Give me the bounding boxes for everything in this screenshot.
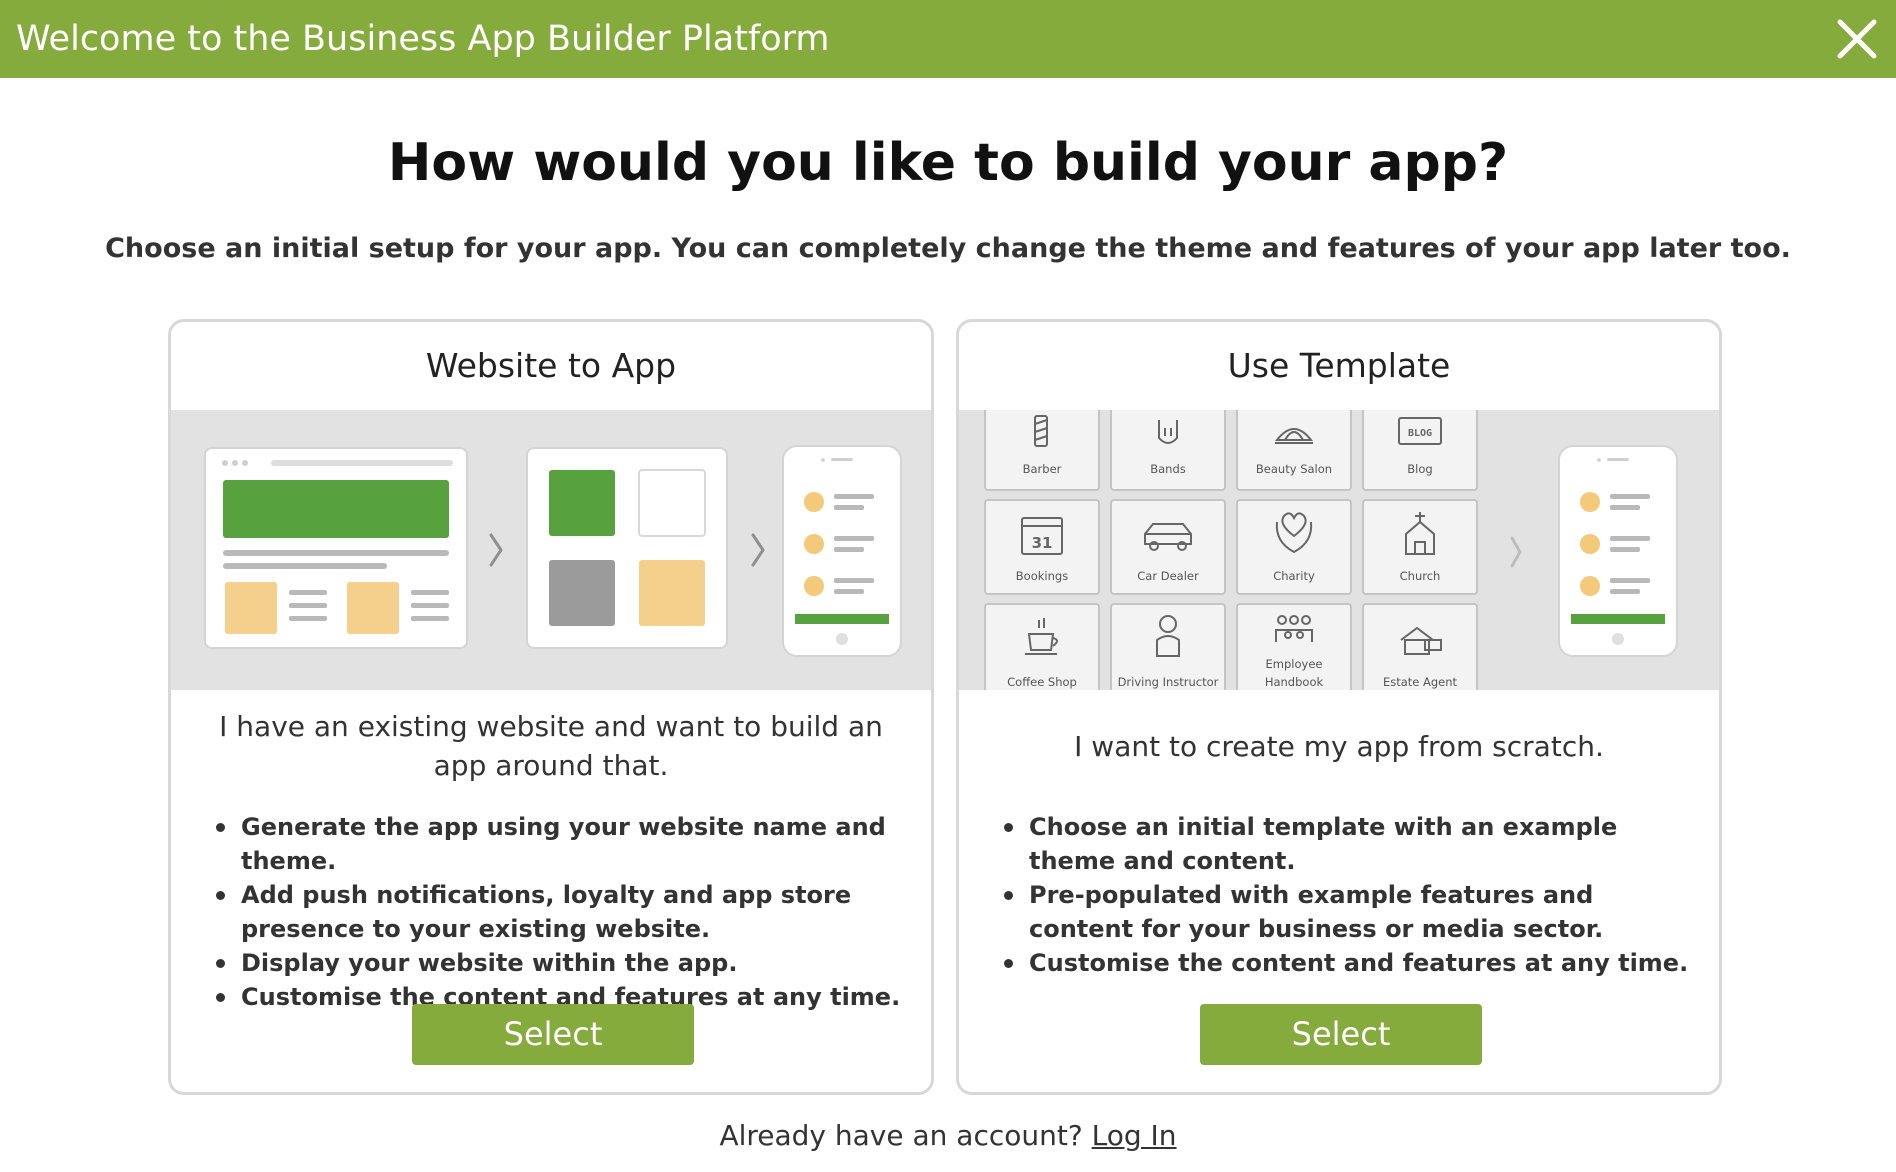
blog-icon-text: BLOG xyxy=(1408,428,1432,439)
template-tile-employee-handbook: Employee Handbook xyxy=(1236,603,1352,705)
feature-list: Generate the app using your website name… xyxy=(211,810,911,1014)
template-tile-charity: Charity xyxy=(1236,499,1352,595)
template-label: Bookings xyxy=(1016,569,1068,583)
template-tile-driving-instructor: Driving Instructor xyxy=(1110,603,1226,705)
template-label: Bands xyxy=(1150,462,1186,476)
website-to-app-select-button[interactable]: Select xyxy=(412,1004,694,1065)
header-bar: Welcome to the Business App Builder Plat… xyxy=(0,0,1896,78)
close-icon[interactable] xyxy=(1832,14,1882,64)
website-illustration xyxy=(204,447,468,649)
template-tile-coffee-shop: Coffee Shop xyxy=(984,603,1100,705)
card-title: Website to App xyxy=(425,346,677,385)
website-to-app-illustration xyxy=(171,410,931,690)
card-title: Use Template xyxy=(1227,346,1451,385)
phone-illustration xyxy=(1558,445,1678,657)
template-tile-car-dealer: Car Dealer xyxy=(1110,499,1226,595)
template-tile-blog: BLOG Blog xyxy=(1362,399,1478,491)
template-tile-bookings: 31 Bookings xyxy=(984,499,1100,595)
chevron-right-icon xyxy=(1510,536,1522,568)
website-to-app-card[interactable]: Website to App I have an existing websit… xyxy=(168,319,934,1095)
template-label: Estate Agent xyxy=(1383,675,1458,689)
list-item: Choose an initial template with an examp… xyxy=(999,810,1699,878)
login-prompt-text: Already have an account? xyxy=(719,1119,1083,1152)
template-tile-church: Church xyxy=(1362,499,1478,595)
template-label: Barber xyxy=(1023,462,1062,476)
login-prompt: Already have an account? Log In xyxy=(0,1116,1896,1156)
template-tile-barber: Barber xyxy=(984,399,1100,491)
card-description: I want to create my app from scratch. xyxy=(1074,730,1604,763)
template-label: Charity xyxy=(1273,569,1315,583)
list-item: Display your website within the app. xyxy=(211,946,911,980)
list-item: Pre-populated with example features and … xyxy=(999,878,1699,946)
phone-illustration xyxy=(782,445,902,657)
template-tile-beauty-salon: Beauty Salon xyxy=(1236,399,1352,491)
list-item: Add push notifications, loyalty and app … xyxy=(211,878,911,946)
calendar-icon-text: 31 xyxy=(1032,534,1053,552)
template-label: Car Dealer xyxy=(1137,569,1199,583)
feature-tiles-illustration xyxy=(526,447,728,649)
page-title: How would you like to build your app? xyxy=(387,133,1509,193)
feature-list: Choose an initial template with an examp… xyxy=(999,810,1699,980)
template-label: Coffee Shop xyxy=(1007,675,1077,689)
list-item: Customise the content and features at an… xyxy=(999,946,1699,980)
list-item: Generate the app using your website name… xyxy=(211,810,911,878)
use-template-select-button[interactable]: Select xyxy=(1200,1004,1482,1065)
use-template-card[interactable]: Use Template Barber Bands Beauty Salon B… xyxy=(956,319,1722,1095)
template-label: Handbook xyxy=(1265,675,1324,689)
template-label: Driving Instructor xyxy=(1118,675,1219,689)
chevron-right-icon xyxy=(489,533,503,567)
page-subtitle: Choose an initial setup for your app. Yo… xyxy=(105,233,1791,264)
header-title: Welcome to the Business App Builder Plat… xyxy=(16,19,830,59)
template-label: Blog xyxy=(1407,462,1432,476)
template-tile-estate-agent: Estate Agent xyxy=(1362,603,1478,705)
template-label: Beauty Salon xyxy=(1256,462,1332,476)
template-label: Church xyxy=(1400,569,1441,583)
template-tile-bands: Bands xyxy=(1110,399,1226,491)
chevron-right-icon xyxy=(751,533,765,567)
template-label: Employee xyxy=(1266,657,1323,671)
card-description: I have an existing website and want to b… xyxy=(219,710,883,782)
login-link[interactable]: Log In xyxy=(1092,1119,1177,1152)
template-gallery-illustration: Barber Bands Beauty Salon BLOG Blog 31 B… xyxy=(959,399,1719,705)
